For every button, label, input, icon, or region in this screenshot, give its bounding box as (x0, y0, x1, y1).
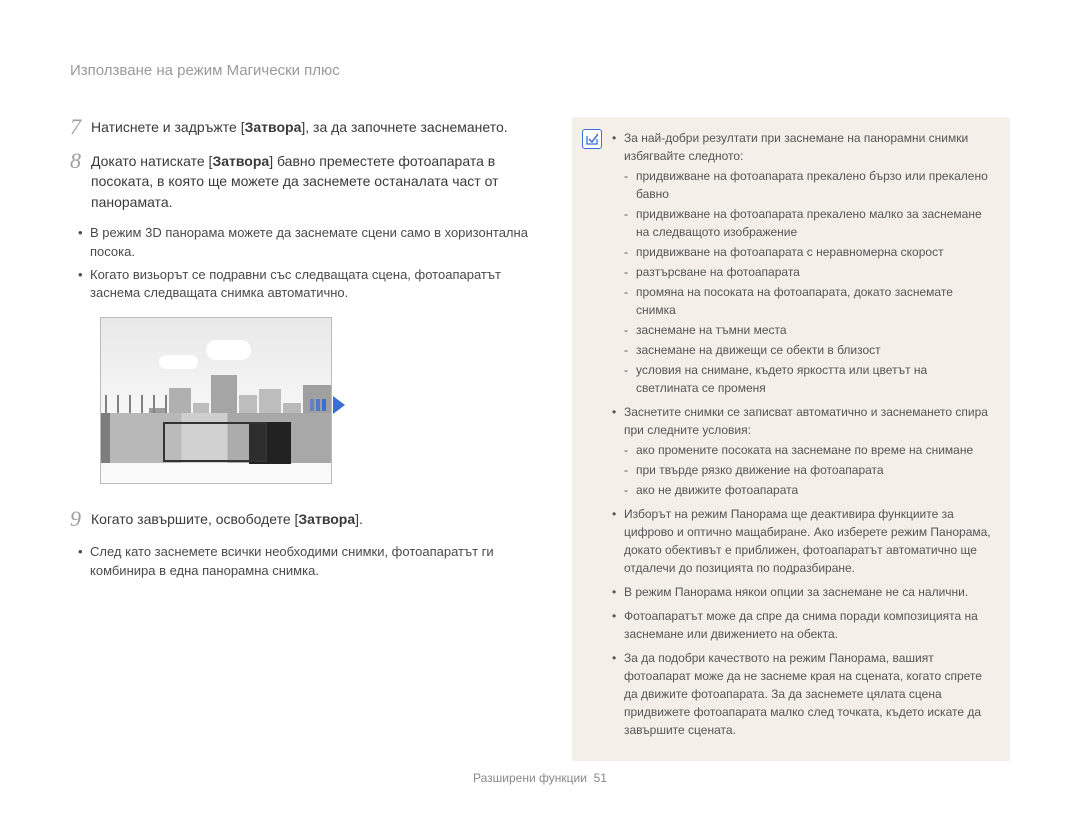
sub-item: Когато визьорът се подравни със следваща… (90, 266, 540, 304)
note-item: За най-добри резултати при заснемане на … (612, 129, 992, 397)
note-icon (582, 129, 602, 149)
footer-section: Разширени функции (473, 771, 587, 785)
step-post: ]. (355, 511, 363, 527)
left-column: 7 Натиснете и задръжте [Затвора], за да … (70, 117, 540, 761)
step-bold: Затвора (212, 153, 269, 169)
note-text: За най-добри резултати при заснемане на … (624, 131, 968, 163)
footer-page: 51 (594, 771, 607, 785)
step-7: 7 Натиснете и задръжте [Затвора], за да … (70, 117, 540, 139)
step-number: 7 (70, 115, 81, 139)
note-sub-item: промяна на посоката на фотоапарата, дока… (624, 283, 992, 319)
note-sub-item: ако промените посоката на заснемане по в… (624, 441, 992, 459)
note-sub-item: придвижване на фотоапарата прекалено бър… (624, 167, 992, 203)
note-sub-item: придвижване на фотоапарата с неравномерн… (624, 243, 992, 261)
note-box: За най-добри резултати при заснемане на … (572, 117, 1010, 761)
step-pre: Натиснете и задръжте [ (91, 119, 245, 135)
note-sub-item: условия на снимане, където яркостта или … (624, 361, 992, 397)
note-text: Заснетите снимки се записват автоматично… (624, 405, 988, 437)
note-sub-item: заснемане на тъмни места (624, 321, 992, 339)
arrow-right-icon (333, 396, 345, 414)
step-text: Натиснете и задръжте [Затвора], за да за… (91, 117, 508, 139)
note-item: В режим Панорама някои опции за заснеман… (612, 583, 992, 601)
note-sub-item: разтърсване на фотоапарата (624, 263, 992, 281)
step-8-sublist: В режим 3D панорама можете да заснемате … (70, 224, 540, 303)
sub-item: В режим 3D панорама можете да заснемате … (90, 224, 540, 262)
sub-item: След като заснемете всички необходими сн… (90, 543, 540, 581)
page-header: Използване на режим Магически плюс (70, 60, 1010, 82)
motion-arrow-icon (310, 399, 326, 411)
step-text: Докато натискате [Затвора] бавно премест… (91, 151, 540, 212)
step-pre: Докато натискате [ (91, 153, 212, 169)
step-9: 9 Когато завършите, освободете [Затвора]… (70, 509, 540, 531)
note-sub-item: при твърде рязко движение на фотоапарата (624, 461, 992, 479)
step-8: 8 Докато натискате [Затвора] бавно преме… (70, 151, 540, 212)
note-sub-item: ако не движите фотоапарата (624, 481, 992, 499)
step-number: 9 (70, 507, 81, 531)
right-column: За най-добри резултати при заснемане на … (572, 117, 1010, 761)
step-number: 8 (70, 149, 81, 212)
note-sub-item: придвижване на фотоапарата прекалено мал… (624, 205, 992, 241)
panorama-illustration (100, 317, 332, 484)
step-bold: Затвора (298, 511, 355, 527)
step-bold: Затвора (245, 119, 302, 135)
page-footer: Разширени функции 51 (0, 770, 1080, 787)
note-item: Фотоапаратът може да спре да снима порад… (612, 607, 992, 643)
note-item: Заснетите снимки се записват автоматично… (612, 403, 992, 499)
step-pre: Когато завършите, освободете [ (91, 511, 298, 527)
note-sub-item: заснемане на движещи се обекти в близост (624, 341, 992, 359)
step-post: ], за да започнете заснемането. (301, 119, 507, 135)
step-9-sublist: След като заснемете всички необходими сн… (70, 543, 540, 581)
step-text: Когато завършите, освободете [Затвора]. (91, 509, 363, 531)
note-item: За да подобри качеството на режим Панора… (612, 649, 992, 739)
note-item: Изборът на режим Панорама ще деактивира … (612, 505, 992, 577)
